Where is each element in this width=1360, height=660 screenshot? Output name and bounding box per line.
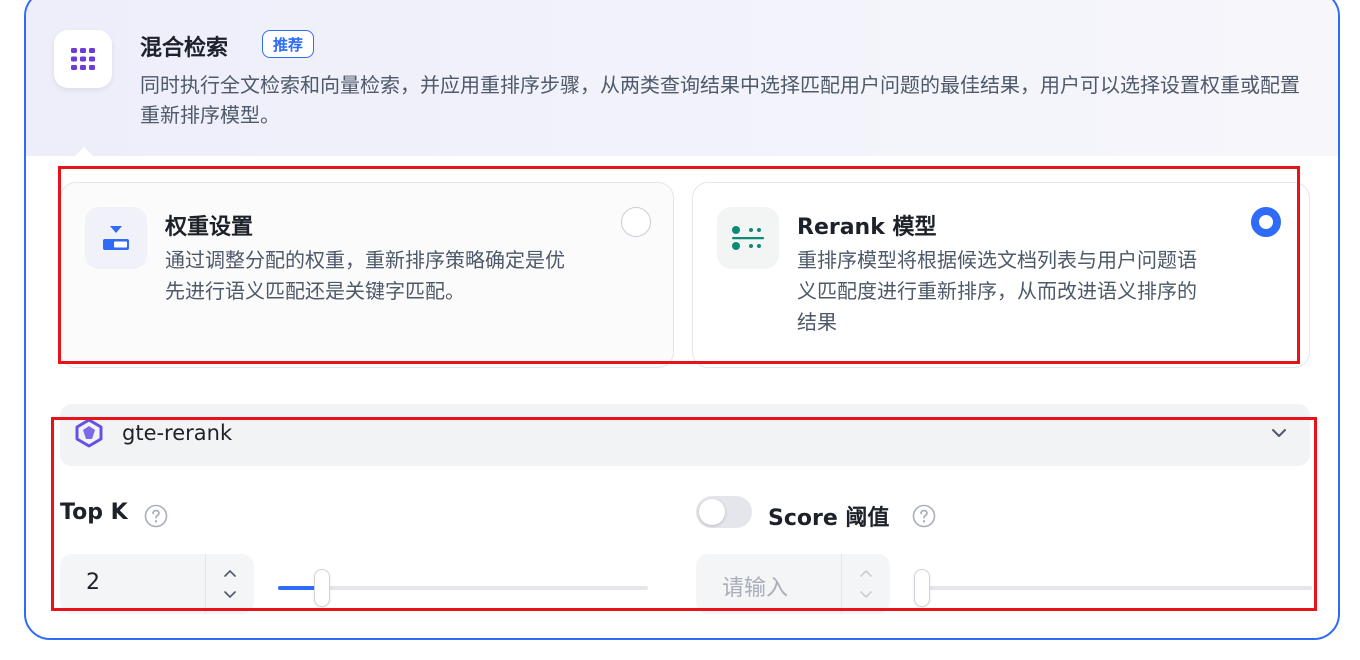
annotation-box-model-settings: [51, 417, 1317, 611]
recommended-badge: 推荐: [262, 30, 315, 58]
grid-dots-icon: [71, 48, 95, 70]
section-title: 混合检索: [140, 36, 229, 61]
annotation-box-options: [58, 166, 1300, 364]
section-description: 同时执行全文检索和向量检索，并应用重排序步骤，从两类查询结果中选择匹配用户问题的…: [140, 73, 1300, 127]
header-notch: [72, 147, 96, 159]
hybrid-search-icon-box: [54, 30, 112, 88]
hybrid-search-header: 混合检索 推荐 同时执行全文检索和向量检索，并应用重排序步骤，从两类查询结果中选…: [26, 0, 1338, 156]
